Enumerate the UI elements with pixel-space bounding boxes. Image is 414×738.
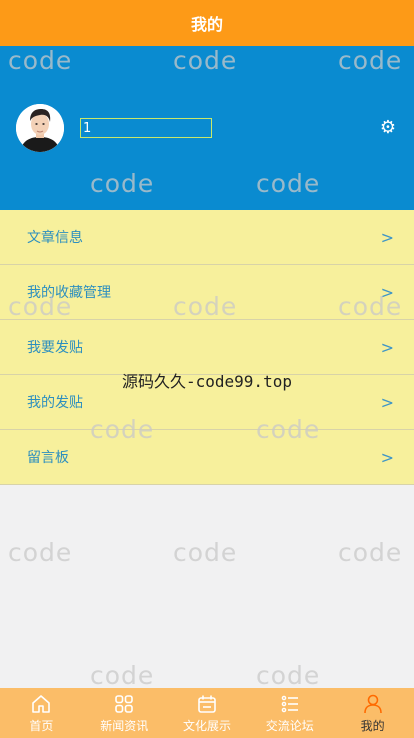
chevron-right-icon: >: [380, 282, 394, 302]
bottom-tab-bar: 首页 新闻资讯 文化展示 交流论坛 我的: [0, 688, 414, 738]
gear-icon[interactable]: ⚙: [378, 118, 398, 138]
username-input[interactable]: [80, 118, 212, 138]
chevron-right-icon: >: [380, 392, 394, 412]
tab-news[interactable]: 新闻资讯: [83, 688, 166, 738]
site-watermark-text: 源码久久-code99.top: [122, 372, 292, 391]
tab-home[interactable]: 首页: [0, 688, 83, 738]
watermark: code: [173, 538, 238, 567]
home-icon: [32, 695, 51, 713]
watermark: code: [338, 538, 403, 567]
menu-item-label: 我要发贴: [27, 340, 83, 356]
tab-label: 新闻资讯: [100, 719, 149, 733]
chevron-right-icon: >: [380, 447, 394, 467]
profile-section: ⚙: [0, 46, 414, 210]
menu-item-label: 我的发贴: [27, 395, 83, 411]
tab-label: 首页: [29, 719, 54, 733]
menu-item-message-board[interactable]: 留言板 >: [0, 430, 414, 485]
tab-mine[interactable]: 我的: [331, 688, 414, 738]
menu-item-articles[interactable]: 文章信息 >: [0, 210, 414, 265]
title-bar: 我的: [0, 0, 414, 46]
tab-label: 文化展示: [182, 719, 231, 733]
menu-item-label: 我的收藏管理: [27, 285, 111, 301]
menu-item-label: 留言板: [27, 450, 69, 466]
person-icon: [363, 694, 382, 714]
avatar[interactable]: [16, 104, 64, 152]
tab-forum[interactable]: 交流论坛: [248, 688, 331, 738]
page-title: 我的: [190, 15, 223, 34]
tab-label: 我的: [360, 719, 385, 733]
menu-item-favorites[interactable]: 我的收藏管理 >: [0, 265, 414, 320]
watermark: code: [256, 661, 321, 690]
tab-label: 交流论坛: [265, 719, 314, 733]
list-icon: [281, 695, 298, 713]
calendar-icon: [198, 695, 216, 713]
watermark: code: [90, 661, 155, 690]
watermark: code: [8, 538, 73, 567]
menu-item-new-post[interactable]: 我要发贴 >: [0, 320, 414, 375]
menu-list: 文章信息 > 我的收藏管理 > 我要发贴 > 我的发贴 > 留言板 >: [0, 210, 414, 485]
grid-icon: [115, 695, 133, 713]
chevron-right-icon: >: [380, 227, 394, 247]
tab-culture[interactable]: 文化展示: [166, 688, 249, 738]
chevron-right-icon: >: [380, 337, 394, 357]
menu-item-label: 文章信息: [27, 230, 83, 246]
